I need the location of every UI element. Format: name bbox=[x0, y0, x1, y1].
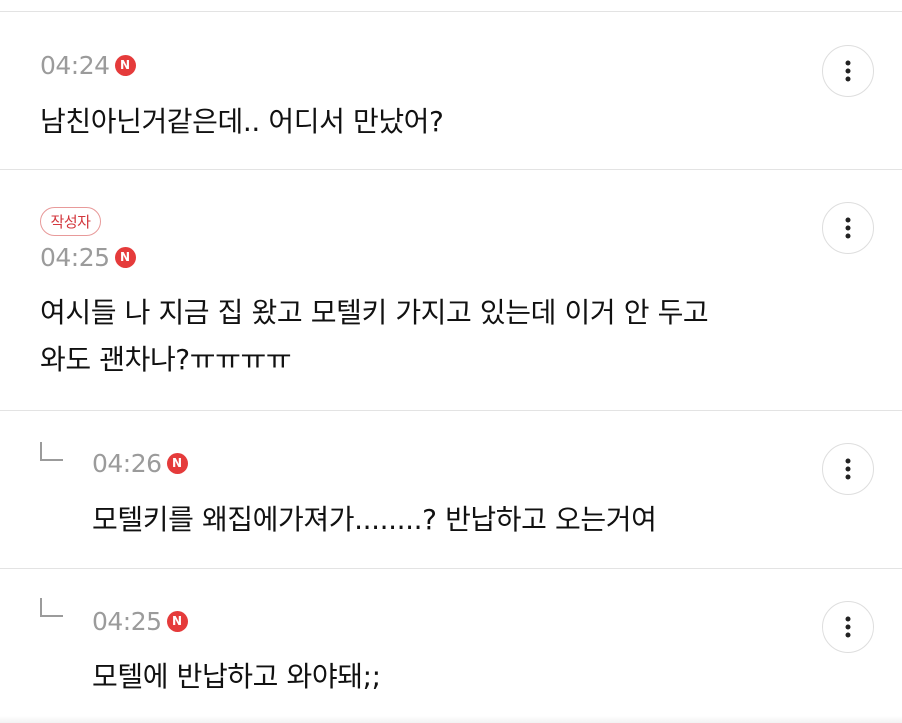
new-badge-icon: N bbox=[166, 452, 188, 474]
new-badge-icon: N bbox=[114, 246, 136, 268]
more-options-button[interactable] bbox=[822, 601, 874, 653]
divider bbox=[0, 568, 902, 569]
reply-arrow-icon bbox=[40, 598, 63, 617]
more-vertical-icon bbox=[845, 458, 851, 480]
comment-text: 남친아닌거같은데.. 어디서 만났어? bbox=[40, 105, 444, 138]
more-vertical-icon bbox=[845, 60, 851, 82]
comment-meta: 04:25 N bbox=[92, 606, 188, 636]
author-badge: 작성자 bbox=[40, 207, 101, 236]
more-options-button[interactable] bbox=[822, 202, 874, 254]
comment-text: 모텔키를 왜집에가져가........? 반납하고 오는거여 bbox=[92, 503, 657, 536]
more-vertical-icon bbox=[845, 217, 851, 239]
comment-meta: 04:26 N bbox=[92, 448, 188, 478]
divider bbox=[0, 410, 902, 411]
divider bbox=[0, 169, 902, 170]
comment-time: 04:25 bbox=[40, 242, 110, 272]
new-badge-icon: N bbox=[114, 54, 136, 76]
comment-text-line: 여시들 나 지금 집 왔고 모텔키 가지고 있는데 이거 안 두고 bbox=[40, 296, 709, 329]
comment-list: 04:24 N 남친아닌거같은데.. 어디서 만났어? 작성자 04:25 N … bbox=[0, 0, 902, 723]
comment-meta: 04:24 N bbox=[40, 50, 136, 80]
comment-time: 04:26 bbox=[92, 448, 162, 478]
reply-arrow-icon bbox=[40, 442, 63, 461]
more-options-button[interactable] bbox=[822, 443, 874, 495]
divider bbox=[0, 11, 902, 12]
comment-time: 04:25 bbox=[92, 606, 162, 636]
comment-text: 모텔에 반납하고 와야돼;; bbox=[92, 660, 381, 693]
comment-meta: 04:25 N bbox=[40, 242, 136, 272]
comment-text-line: 와도 괜차나?ㅠㅠㅠㅠ bbox=[40, 343, 292, 376]
new-badge-icon: N bbox=[166, 610, 188, 632]
more-vertical-icon bbox=[845, 616, 851, 638]
comment-time: 04:24 bbox=[40, 50, 110, 80]
bottom-edge bbox=[0, 716, 902, 723]
more-options-button[interactable] bbox=[822, 45, 874, 97]
